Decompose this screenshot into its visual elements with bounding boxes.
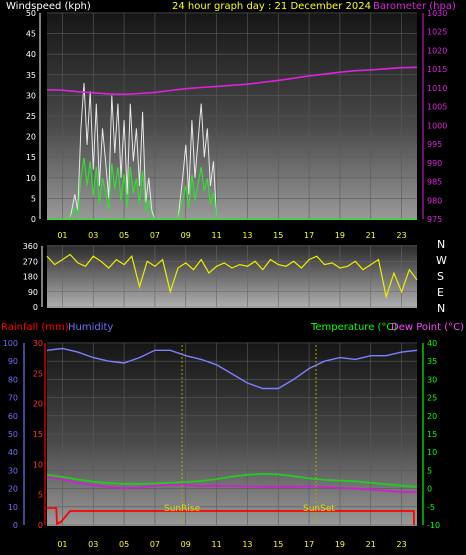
rain-tick-label: 30 <box>33 339 43 348</box>
temp-tick-label: 5 <box>427 466 432 475</box>
wind-tick-label: 0 <box>31 215 36 224</box>
wind-tick-label: 40 <box>26 50 36 59</box>
climate-x-tick-label: 17 <box>304 540 314 549</box>
wind-x-tick-label: 13 <box>242 231 252 240</box>
wind-tick-label: 35 <box>26 71 36 80</box>
humidity-tick-label: 0 <box>13 521 18 530</box>
humidity-tick-label: 60 <box>8 412 18 421</box>
humidity-tick-label: 80 <box>8 375 18 384</box>
baro-tick-label: 975 <box>427 215 442 224</box>
compass-s: S <box>437 270 444 283</box>
humidity-tick-label: 20 <box>8 485 18 494</box>
direction-tick-label: 270 <box>23 257 38 266</box>
sunset-label: SunSet <box>303 504 335 514</box>
compass-w: W <box>436 254 447 267</box>
wind-tick-label: 15 <box>26 153 36 162</box>
temp-tick-label: 10 <box>427 448 437 457</box>
compass-labels: N W S E N <box>436 238 447 315</box>
wind-x-tick-label: 01 <box>57 231 67 240</box>
temp-tick-label: 35 <box>427 357 437 366</box>
wind-x-tick-label: 03 <box>88 231 98 240</box>
climate-x-tick-label: 15 <box>273 540 283 549</box>
rain-tick-label: 0 <box>38 521 43 530</box>
wind-tick-label: 50 <box>26 9 36 18</box>
direction-tick-label: 180 <box>23 273 38 282</box>
baro-tick-label: 1010 <box>427 84 447 93</box>
temp-tick-label: 25 <box>427 394 437 403</box>
rain-tick-label: 15 <box>33 430 43 439</box>
humidity-tick-label: 50 <box>8 430 18 439</box>
direction-tick-label: 0 <box>33 303 38 312</box>
climate-x-tick-label: 21 <box>366 540 376 549</box>
compass-n-bottom: N <box>437 302 445 315</box>
climate-x-tick-label: 03 <box>88 540 98 549</box>
graph-title: 24 hour graph day : 21 December 2024 <box>172 1 371 12</box>
wind-x-tick-label: 17 <box>304 231 314 240</box>
baro-tick-label: 1020 <box>427 46 447 55</box>
wind-x-tick-label: 09 <box>181 231 191 240</box>
rain-tick-label: 10 <box>33 460 43 469</box>
climate-x-tick-label: 13 <box>242 540 252 549</box>
wind-x-tick-label: 11 <box>211 231 221 240</box>
wind-x-tick-label: 21 <box>366 231 376 240</box>
wind-tick-label: 25 <box>26 112 36 121</box>
wind-x-tick-label: 23 <box>396 231 406 240</box>
humidity-tick-label: 10 <box>8 503 18 512</box>
baro-tick-label: 990 <box>427 159 442 168</box>
climate-x-tick-label: 23 <box>396 540 406 549</box>
temp-tick-label: 40 <box>427 339 437 348</box>
baro-tick-label: 1015 <box>427 65 447 74</box>
dewpoint-axis-label: Dew Point (°C) <box>391 322 464 333</box>
temp-tick-label: 15 <box>427 430 437 439</box>
wind-x-tick-label: 19 <box>335 231 345 240</box>
humidity-tick-label: 90 <box>8 357 18 366</box>
baro-tick-label: 1030 <box>427 9 447 18</box>
rain-tick-label: 20 <box>33 400 43 409</box>
climate-x-tick-label: 11 <box>211 540 221 549</box>
humidity-tick-label: 70 <box>8 394 18 403</box>
rain-tick-label: 25 <box>33 369 43 378</box>
baro-tick-label: 1000 <box>427 121 447 130</box>
rain-tick-label: 5 <box>38 491 43 500</box>
wind-tick-label: 5 <box>31 194 36 203</box>
windspeed-axis-label: Windspeed (kph) <box>6 1 91 12</box>
wind-x-tick-label: 15 <box>273 231 283 240</box>
direction-tick-label: 90 <box>28 288 38 297</box>
wind-tick-label: 20 <box>26 133 36 142</box>
wind-tick-label: 10 <box>26 174 36 183</box>
humidity-tick-label: 100 <box>3 339 18 348</box>
humidity-tick-label: 40 <box>8 448 18 457</box>
baro-tick-label: 985 <box>427 178 442 187</box>
climate-x-tick-label: 05 <box>119 540 129 549</box>
sunrise-label: SunRise <box>164 504 201 514</box>
rainfall-axis-label: Rainfall (mm) <box>1 322 69 333</box>
compass-e: E <box>437 286 444 299</box>
temp-tick-label: -10 <box>427 521 440 530</box>
temp-tick-label: -5 <box>427 503 435 512</box>
baro-tick-label: 1005 <box>427 103 447 112</box>
temp-tick-label: 30 <box>427 375 437 384</box>
humidity-axis-label: Humidity <box>68 322 113 333</box>
baro-tick-label: 1025 <box>427 28 447 37</box>
temp-tick-label: 20 <box>427 412 437 421</box>
weather-graph: Windspeed (kph) 24 hour graph day : 21 D… <box>1 1 464 549</box>
wind-tick-label: 45 <box>26 30 36 39</box>
climate-x-tick-label: 09 <box>181 540 191 549</box>
baro-tick-label: 995 <box>427 140 442 149</box>
climate-x-tick-label: 07 <box>150 540 160 549</box>
wind-x-tick-label: 05 <box>119 231 129 240</box>
climate-x-tick-label: 01 <box>57 540 67 549</box>
temp-tick-label: 0 <box>427 485 432 494</box>
direction-tick-label: 360 <box>23 242 38 251</box>
baro-tick-label: 980 <box>427 196 442 205</box>
humidity-tick-label: 30 <box>8 466 18 475</box>
temperature-axis-label: Temperature (°C) <box>310 322 397 333</box>
wind-tick-label: 30 <box>26 91 36 100</box>
climate-x-tick-label: 19 <box>335 540 345 549</box>
compass-n-top: N <box>437 238 445 251</box>
wind-x-tick-label: 07 <box>150 231 160 240</box>
